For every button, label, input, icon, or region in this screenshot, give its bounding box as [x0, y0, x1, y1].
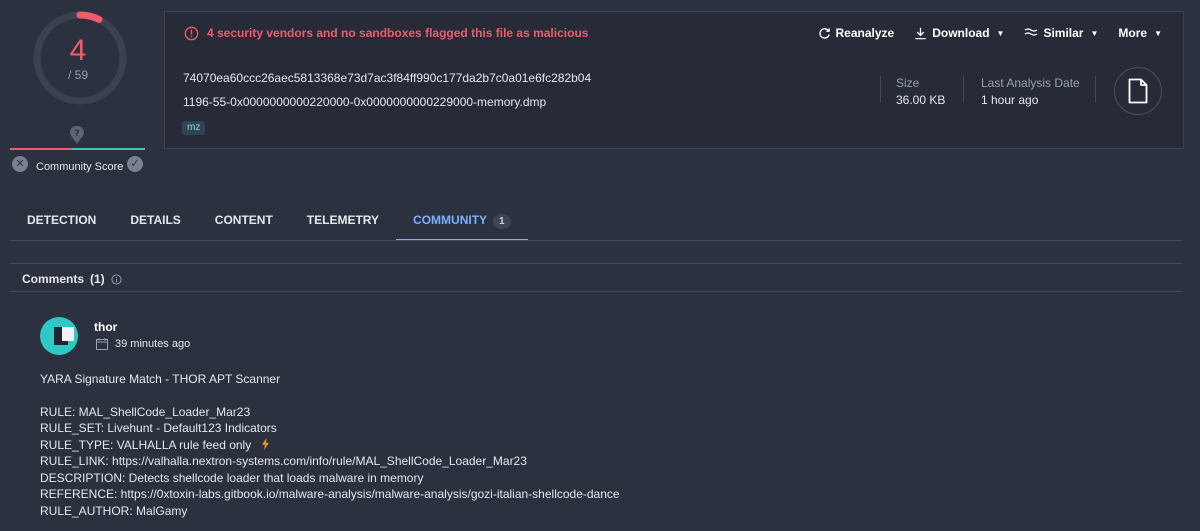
similar-button[interactable]: Similar ▼ — [1024, 26, 1098, 40]
download-label: Download — [932, 26, 990, 40]
comment-author[interactable]: thor — [94, 320, 117, 334]
info-icon[interactable] — [111, 273, 122, 285]
comment-line: DESCRIPTION: Detects shellcode loader th… — [40, 470, 424, 485]
tab-detection[interactable]: DETECTION — [10, 212, 113, 241]
comment-time: 39 minutes ago — [96, 338, 190, 350]
lightning-icon — [261, 437, 269, 450]
divider — [10, 291, 1182, 292]
comment-line: RULE_AUTHOR: MalGamy — [40, 503, 188, 518]
vote-harmless-button[interactable]: ✓ — [127, 156, 143, 172]
refresh-icon — [818, 27, 830, 39]
calendar-icon — [96, 338, 108, 350]
community-score-label: Community Score — [36, 161, 124, 173]
divider — [1095, 76, 1096, 102]
more-button[interactable]: More ▼ — [1118, 26, 1162, 40]
tab-content[interactable]: CONTENT — [198, 212, 290, 241]
comment-line: REFERENCE: https://0xtoxin-labs.gitbook.… — [40, 487, 620, 501]
community-question-icon: ? — [70, 126, 84, 144]
file-type-button[interactable] — [1114, 67, 1162, 115]
divider — [10, 263, 1182, 264]
tab-community[interactable]: COMMUNITY 1 — [396, 212, 528, 241]
avatar[interactable] — [40, 317, 78, 355]
last-analysis-value: 1 hour ago — [981, 93, 1039, 107]
report-tabs: DETECTION DETAILS CONTENT TELEMETRY COMM… — [10, 212, 528, 241]
size-value: 36.00 KB — [896, 93, 946, 107]
comment-line: RULE_LINK: https://valhalla.nextron-syst… — [40, 454, 527, 468]
comment-body: YARA Signature Match - THOR APT Scanner … — [40, 371, 620, 519]
close-icon: ✕ — [15, 158, 25, 170]
tab-details[interactable]: DETAILS — [113, 212, 197, 241]
check-icon: ✓ — [130, 158, 140, 170]
comment-line: YARA Signature Match - THOR APT Scanner — [40, 372, 281, 386]
rule-type-text: RULE_TYPE: VALHALLA rule feed only — [40, 437, 252, 452]
reanalyze-button[interactable]: Reanalyze — [818, 26, 895, 40]
engine-total: / 59 — [67, 68, 88, 82]
file-tag[interactable]: mz — [182, 121, 206, 135]
similar-label: Similar — [1043, 26, 1084, 40]
comments-title: Comments — [22, 272, 85, 286]
vote-harmful-button[interactable]: ✕ — [12, 156, 28, 172]
alert-text: 4 security vendors and no sandboxes flag… — [207, 26, 589, 40]
tab-telemetry[interactable]: TELEMETRY — [290, 212, 396, 241]
size-label: Size — [896, 76, 920, 90]
similar-icon — [1025, 28, 1038, 36]
file-hash[interactable]: 74070ea60ccc26aec5813368e73d7ac3f84ff990… — [183, 71, 591, 85]
svg-text:?: ? — [74, 129, 79, 139]
comments-count: (1) — [90, 272, 105, 286]
download-button[interactable]: Download ▼ — [914, 26, 1004, 40]
tab-community-label: COMMUNITY — [413, 213, 488, 227]
comment-time-text: 39 minutes ago — [115, 338, 191, 350]
reanalyze-label: Reanalyze — [835, 26, 895, 40]
action-toolbar: Reanalyze Download ▼ Similar ▼ More ▼ — [818, 26, 1162, 40]
tabs-divider — [10, 240, 1182, 241]
chevron-down-icon: ▼ — [996, 28, 1005, 38]
comment-line: RULE_TYPE: VALHALLA rule feed only — [40, 437, 620, 454]
detection-count: 4 — [69, 34, 87, 67]
last-analysis-label: Last Analysis Date — [981, 76, 1080, 90]
community-score-bar — [10, 148, 145, 150]
community-count-badge: 1 — [493, 214, 511, 229]
chevron-down-icon: ▼ — [1154, 28, 1162, 38]
more-label: More — [1118, 26, 1148, 40]
comments-header: Comments (1) — [22, 272, 122, 286]
divider — [880, 76, 881, 102]
comment-line: RULE: MAL_ShellCode_Loader_Mar23 — [40, 404, 251, 419]
divider — [963, 76, 964, 102]
comment-line: RULE_SET: Livehunt - Default123 Indicato… — [40, 421, 277, 435]
malicious-alert: 4 security vendors and no sandboxes flag… — [184, 25, 588, 41]
chevron-down-icon: ▼ — [1090, 28, 1099, 38]
alert-icon — [184, 26, 199, 40]
download-icon — [915, 27, 926, 39]
file-icon — [1128, 78, 1148, 104]
file-name: 1196-55-0x0000000000220000-0x00000000002… — [183, 95, 547, 109]
